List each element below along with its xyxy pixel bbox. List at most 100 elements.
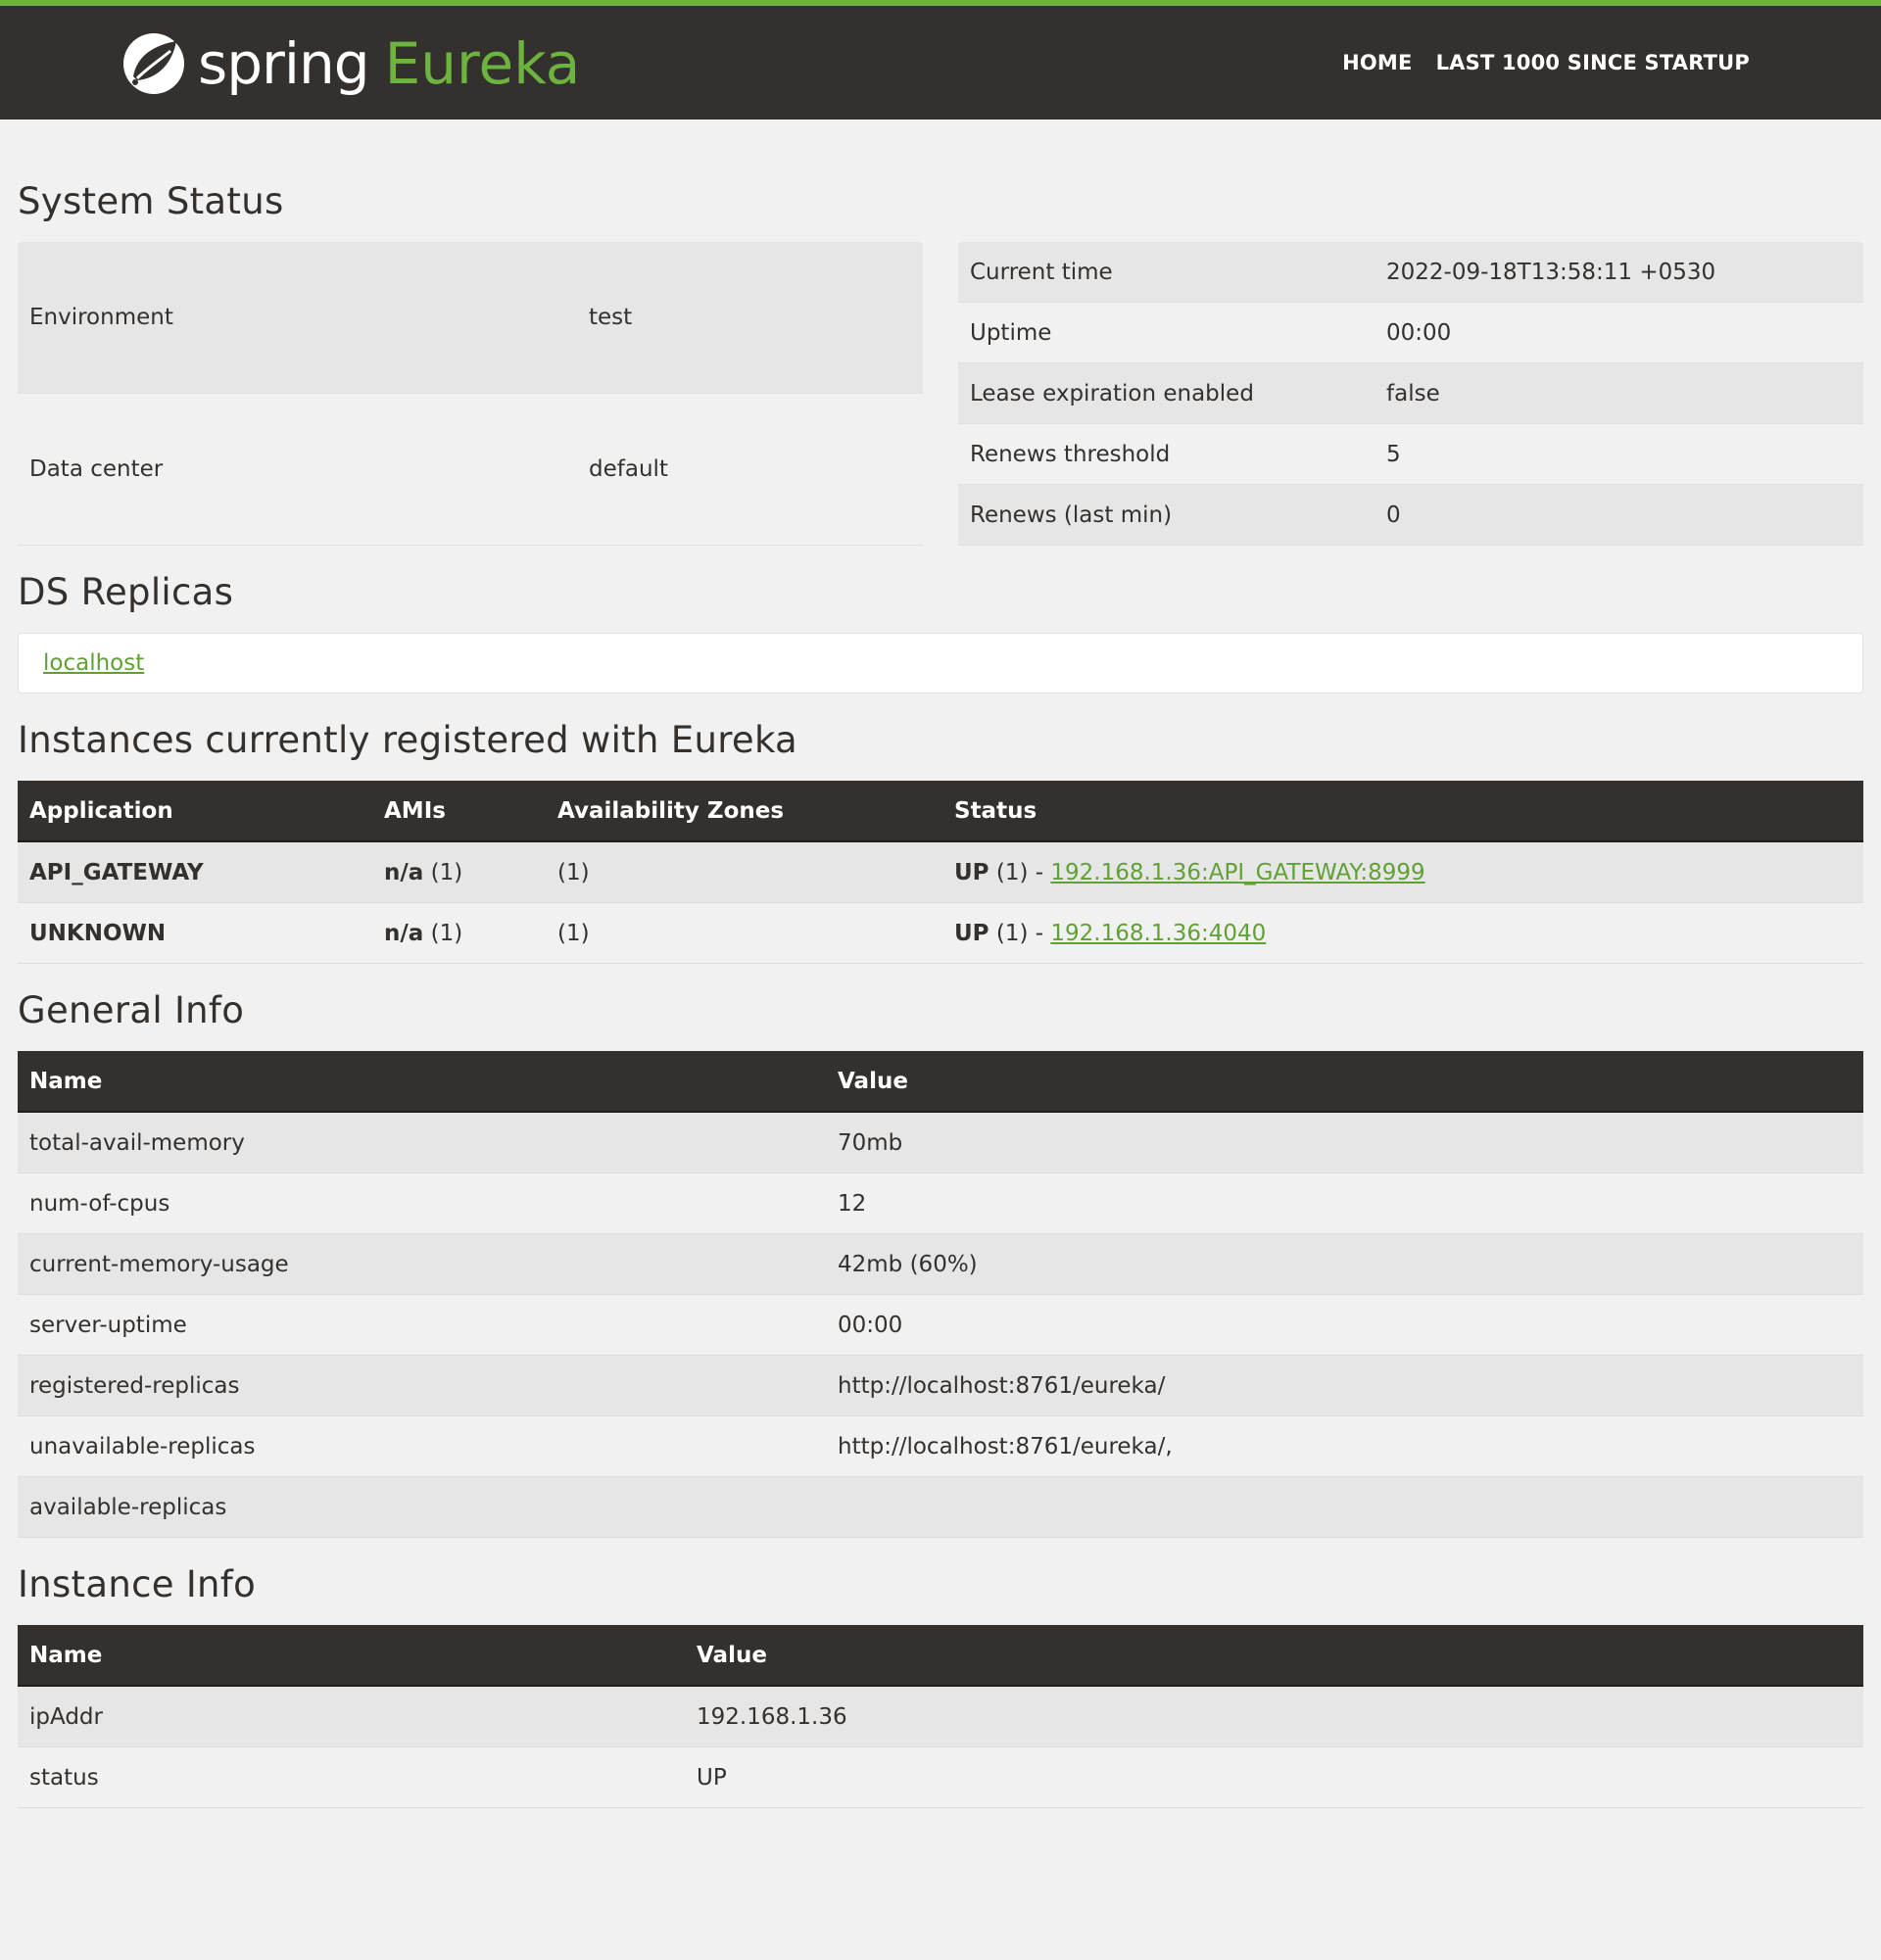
- navbar: spring Eureka HOME LAST 1000 SINCE START…: [0, 6, 1881, 120]
- general-info-table: Name Value total-avail-memory 70mb num-of…: [18, 1051, 1863, 1538]
- table-row: Renews (last min) 0: [958, 484, 1863, 546]
- instances-heading: Instances currently registered with Eure…: [18, 719, 798, 761]
- amis-count: (1): [423, 920, 463, 946]
- instance-info-table: Name Value ipAddr 192.168.1.36 status UP: [18, 1625, 1863, 1808]
- status-up: UP: [954, 859, 989, 885]
- spring-leaf-icon: [123, 33, 184, 94]
- renews-last-min-value: 0: [1375, 484, 1863, 546]
- info-value: 70mb: [826, 1112, 1863, 1173]
- col-name: Name: [18, 1625, 685, 1687]
- lease-expiration-value: false: [1375, 362, 1863, 424]
- info-name: num-of-cpus: [18, 1172, 826, 1234]
- nav-last1000-link[interactable]: LAST 1000 SINCE STARTUP: [1436, 51, 1750, 74]
- app-name-cell: API_GATEWAY: [18, 841, 372, 903]
- col-amis: AMIs: [372, 781, 546, 842]
- ds-replicas-box: localhost: [18, 633, 1863, 693]
- ds-replicas-heading: DS Replicas: [18, 571, 234, 613]
- info-name: server-uptime: [18, 1294, 826, 1356]
- info-value: 42mb (60%): [826, 1233, 1863, 1295]
- amis-count: (1): [423, 859, 463, 885]
- info-value: 12: [826, 1172, 1863, 1234]
- app-name: API_GATEWAY: [29, 859, 204, 885]
- table-header-row: Application AMIs Availability Zones Stat…: [18, 781, 1863, 842]
- table-row: current-memory-usage 42mb (60%): [18, 1233, 1863, 1295]
- table-row: registered-replicas http://localhost:8761…: [18, 1355, 1863, 1416]
- table-row: unavailable-replicas http://localhost:876…: [18, 1415, 1863, 1477]
- lease-expiration-label: Lease expiration enabled: [958, 362, 1375, 424]
- datacenter-value: default: [577, 393, 923, 547]
- col-value: Value: [685, 1625, 1863, 1687]
- info-name: registered-replicas: [18, 1355, 826, 1416]
- info-value: http://localhost:8761/eureka/,: [826, 1415, 1863, 1477]
- table-header-row: Name Value: [18, 1625, 1863, 1687]
- brand-eureka-text: Eureka: [384, 30, 581, 97]
- table-row: Uptime 00:00: [958, 302, 1863, 363]
- info-name: unavailable-replicas: [18, 1415, 826, 1477]
- status-count: (1) -: [989, 859, 1051, 885]
- table-row: num-of-cpus 12: [18, 1172, 1863, 1234]
- info-value: [826, 1476, 1863, 1538]
- table-row: total-avail-memory 70mb: [18, 1112, 1863, 1173]
- table-header-row: Name Value: [18, 1051, 1863, 1113]
- col-value: Value: [826, 1051, 1863, 1113]
- system-status-left-table: Environment test Data center default: [18, 242, 923, 547]
- amis-na: n/a: [384, 859, 424, 885]
- info-value: 00:00: [826, 1294, 1863, 1356]
- main-content: System Status Environment test Data cent…: [0, 180, 1881, 1808]
- table-row: API_GATEWAY n/a (1) (1) UP (1) - 192.168…: [18, 841, 1863, 903]
- general-info-heading: General Info: [18, 989, 245, 1031]
- brand-logo-link[interactable]: spring Eureka: [120, 29, 580, 98]
- table-row: ipAddr 192.168.1.36: [18, 1686, 1863, 1747]
- zones-cell: (1): [546, 902, 942, 964]
- instances-table: Application AMIs Availability Zones Stat…: [18, 781, 1863, 964]
- zones-cell: (1): [546, 841, 942, 903]
- current-time-label: Current time: [958, 242, 1375, 303]
- system-status-right-table: Current time 2022-09-18T13:58:11 +0530 U…: [958, 242, 1863, 546]
- app-name-cell: UNKNOWN: [18, 902, 372, 964]
- table-row: UNKNOWN n/a (1) (1) UP (1) - 192.168.1.3…: [18, 902, 1863, 964]
- table-row: available-replicas: [18, 1476, 1863, 1538]
- renews-last-min-label: Renews (last min): [958, 484, 1375, 546]
- table-row: server-uptime 00:00: [18, 1294, 1863, 1356]
- info-name: current-memory-usage: [18, 1233, 826, 1295]
- current-time-value: 2022-09-18T13:58:11 +0530: [1375, 242, 1863, 303]
- app-name: UNKNOWN: [29, 920, 167, 946]
- instance-link[interactable]: 192.168.1.36:API_GATEWAY:8999: [1050, 860, 1424, 885]
- datacenter-label: Data center: [18, 393, 577, 547]
- system-status-heading: System Status: [18, 180, 284, 222]
- system-status-tables: Environment test Data center default Cur…: [18, 242, 1863, 547]
- col-status: Status: [942, 781, 1863, 842]
- table-row: status UP: [18, 1746, 1863, 1808]
- col-application: Application: [18, 781, 372, 842]
- env-value: test: [577, 242, 923, 394]
- table-row: Environment test: [18, 242, 923, 394]
- instance-info-heading: Instance Info: [18, 1563, 257, 1605]
- table-row: Current time 2022-09-18T13:58:11 +0530: [958, 242, 1863, 303]
- amis-cell: n/a (1): [372, 841, 546, 903]
- renews-threshold-value: 5: [1375, 423, 1863, 485]
- replica-localhost-link[interactable]: localhost: [43, 650, 144, 676]
- info-value: 192.168.1.36: [685, 1686, 1863, 1747]
- nav-home-link[interactable]: HOME: [1342, 51, 1412, 74]
- env-label: Environment: [18, 242, 577, 394]
- uptime-label: Uptime: [958, 302, 1375, 363]
- amis-cell: n/a (1): [372, 902, 546, 964]
- info-name: available-replicas: [18, 1476, 826, 1538]
- nav-links: HOME LAST 1000 SINCE STARTUP: [1342, 6, 1750, 120]
- renews-threshold-label: Renews threshold: [958, 423, 1375, 485]
- info-name: status: [18, 1746, 685, 1808]
- amis-na: n/a: [384, 920, 424, 946]
- info-name: ipAddr: [18, 1686, 685, 1747]
- status-cell: UP (1) - 192.168.1.36:API_GATEWAY:8999: [942, 841, 1863, 903]
- col-availability-zones: Availability Zones: [546, 781, 942, 842]
- uptime-value: 00:00: [1375, 302, 1863, 363]
- info-value: http://localhost:8761/eureka/: [826, 1355, 1863, 1416]
- info-name: total-avail-memory: [18, 1112, 826, 1173]
- col-name: Name: [18, 1051, 826, 1113]
- instance-link[interactable]: 192.168.1.36:4040: [1050, 921, 1266, 946]
- status-count: (1) -: [989, 920, 1051, 946]
- table-row: Data center default: [18, 393, 923, 547]
- status-cell: UP (1) - 192.168.1.36:4040: [942, 902, 1863, 964]
- status-up: UP: [954, 920, 989, 946]
- table-row: Lease expiration enabled false: [958, 362, 1863, 424]
